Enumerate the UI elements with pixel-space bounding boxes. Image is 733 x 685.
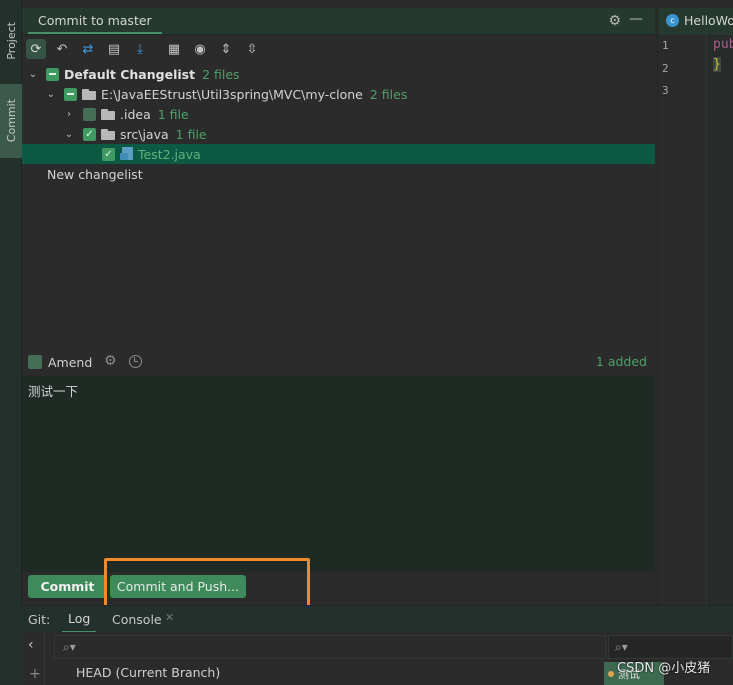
src-folder-checkbox[interactable]: ✓ [83, 127, 96, 141]
chevron-down-icon[interactable]: ⌄ [44, 89, 58, 100]
folder-icon [82, 88, 97, 100]
chevron-down-icon[interactable]: ⌄ [62, 129, 76, 140]
commit-message-input[interactable]: 测试一下 [22, 376, 655, 572]
log-search-input[interactable]: ⌕▾ [54, 635, 606, 659]
add-icon[interactable]: + [29, 666, 41, 682]
git-tool-window-bar: Git: Log Console ✕ [22, 605, 733, 633]
left-tool-strip: Project Commit [0, 0, 22, 605]
added-status: 1 added [595, 354, 647, 369]
tool-tab-commit[interactable]: Commit [0, 84, 22, 158]
gear-icon[interactable]: ⚙ [608, 13, 621, 29]
expand-all-icon[interactable]: ⇕ [216, 39, 236, 59]
folder-icon [101, 108, 116, 120]
panel-title[interactable]: Commit to master [28, 8, 162, 34]
minimize-icon[interactable]: — [629, 11, 643, 27]
editor-tab-label: HelloWo [684, 13, 733, 28]
commit-button[interactable]: Commit [28, 575, 107, 598]
commit-and-push-button[interactable]: Commit and Push... [110, 575, 246, 598]
new-changelist-label: New changelist [47, 166, 143, 182]
code-line: } [713, 57, 721, 72]
folder-icon [101, 128, 116, 140]
head-branch-label: HEAD (Current Branch) [76, 665, 221, 680]
tree-row-changelist[interactable]: ⌄ Default Changelist 2 files [22, 64, 655, 84]
clock-icon[interactable] [129, 355, 142, 368]
tree-row-src-folder[interactable]: ⌄ ✓ src\java 1 file [22, 124, 655, 144]
branch-row[interactable]: HEAD (Current Branch) [54, 662, 606, 684]
root-folder-checkbox[interactable] [64, 87, 77, 101]
chevron-down-icon[interactable]: ⌄ [26, 69, 40, 80]
close-icon[interactable]: ✕ [165, 611, 174, 624]
shelve-icon[interactable]: ⤓ [130, 39, 150, 59]
line-number: 2 [662, 62, 669, 75]
tab-console[interactable]: Console [112, 612, 162, 627]
changelist-icon[interactable]: ▤ [104, 39, 124, 59]
tree-row-file[interactable]: ✓ Test2.java [22, 144, 655, 164]
changes-tree: ⌄ Default Changelist 2 files ⌄ E:\JavaEE… [22, 62, 655, 352]
commit-search-input[interactable]: ⌕▾ [608, 635, 733, 659]
idea-folder-checkbox[interactable] [83, 107, 96, 121]
refresh-icon[interactable]: ⟳ [26, 39, 46, 59]
editor-tab-bar: c HelloWo [657, 8, 733, 35]
code-area[interactable]: pub } [706, 35, 733, 605]
idea-folder-name: .idea [120, 106, 151, 122]
amend-label[interactable]: Amend [48, 355, 92, 370]
commit-panel-header: Commit to master ⚙ — [22, 8, 655, 35]
root-folder-name: E:\JavaEEStrust\Util3spring\MVC\my-clone [101, 86, 363, 102]
search-icon: ⌕▾ [63, 640, 76, 654]
changelist-checkbox[interactable] [46, 67, 59, 81]
idea-folder-count: 1 file [157, 106, 189, 122]
divider [44, 632, 45, 685]
tree-row-root-folder[interactable]: ⌄ E:\JavaEEStrust\Util3spring\MVC\my-clo… [22, 84, 655, 104]
tool-tab-commit-label: Commit [4, 99, 18, 143]
changelist-count: 2 files [202, 66, 240, 82]
amend-checkbox[interactable] [28, 355, 42, 369]
code-line: pub [713, 37, 733, 52]
group-by-icon[interactable]: ▦ [164, 39, 184, 59]
line-number: 3 [662, 84, 669, 97]
editor-tab[interactable]: c HelloWo [666, 13, 733, 28]
code-editor[interactable]: 1 2 3 pub } [657, 35, 733, 605]
line-number: 1 [662, 39, 669, 52]
git-label: Git: [28, 612, 51, 627]
rollback-icon[interactable]: ↶ [52, 39, 72, 59]
file-checkbox[interactable]: ✓ [102, 147, 115, 161]
src-folder-name: src\java [120, 126, 169, 142]
tool-tab-project-label: Project [4, 22, 18, 60]
tab-log[interactable]: Log [62, 606, 97, 633]
line-gutter: 1 2 3 [658, 35, 706, 605]
watermark: CSDN @小皮猪 [617, 661, 711, 676]
java-class-icon: c [666, 14, 679, 27]
java-file-icon [120, 147, 134, 161]
eye-icon[interactable]: ◉ [190, 39, 210, 59]
changelist-name: Default Changelist [64, 66, 196, 82]
collapse-all-icon[interactable]: ⇳ [242, 39, 262, 59]
gear-icon[interactable]: ⚙ [104, 353, 117, 369]
diff-icon[interactable]: ⇄ [78, 39, 98, 59]
chevron-left-icon[interactable]: ‹ [28, 637, 34, 653]
root-folder-count: 2 files [369, 86, 408, 102]
tree-row-new-changelist[interactable]: New changelist [22, 164, 655, 184]
src-folder-count: 1 file [175, 126, 207, 142]
tool-tab-project[interactable]: Project [0, 10, 22, 72]
commit-button-area: Commit Commit and Push... [22, 572, 655, 605]
search-icon: ⌕▾ [615, 640, 628, 654]
amend-bar: Amend ⚙ 1 added [22, 350, 655, 376]
tree-row-idea-folder[interactable]: › .idea 1 file [22, 104, 655, 124]
chevron-right-icon[interactable]: › [62, 109, 76, 120]
commit-toolbar: ⟳ ↶ ⇄ ▤ ⤓ ▦ ◉ ⇕ ⇳ [22, 36, 655, 62]
file-name: Test2.java [138, 146, 201, 162]
left-tool-strip-bottom [0, 605, 22, 685]
